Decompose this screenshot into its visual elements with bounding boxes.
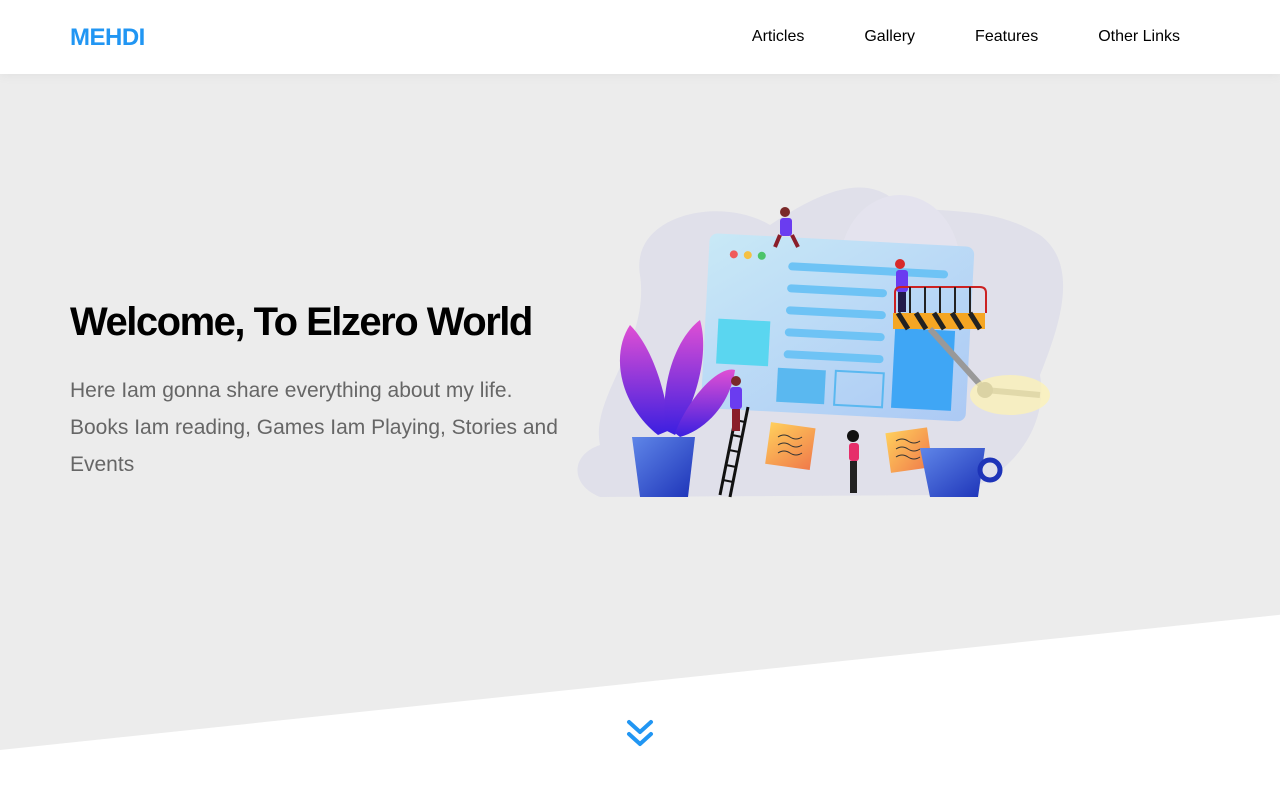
nav-link-gallery[interactable]: Gallery xyxy=(864,28,915,46)
web-design-illustration xyxy=(577,187,1064,498)
nav-link-articles[interactable]: Articles xyxy=(752,28,804,46)
logo[interactable]: MEHDI xyxy=(70,24,145,52)
main-nav: Articles Gallery Features Other Links xyxy=(692,0,1180,74)
landing-description: Here Iam gonna share everything about my… xyxy=(70,379,558,476)
landing-title: Welcome, To Elzero World xyxy=(70,300,533,344)
angle-double-down-icon[interactable] xyxy=(626,718,654,750)
nav-link-features[interactable]: Features xyxy=(975,28,1038,46)
header: MEHDI Articles Gallery Features Other Li… xyxy=(0,0,1280,74)
nav-link-other-links[interactable]: Other Links xyxy=(1098,28,1180,46)
